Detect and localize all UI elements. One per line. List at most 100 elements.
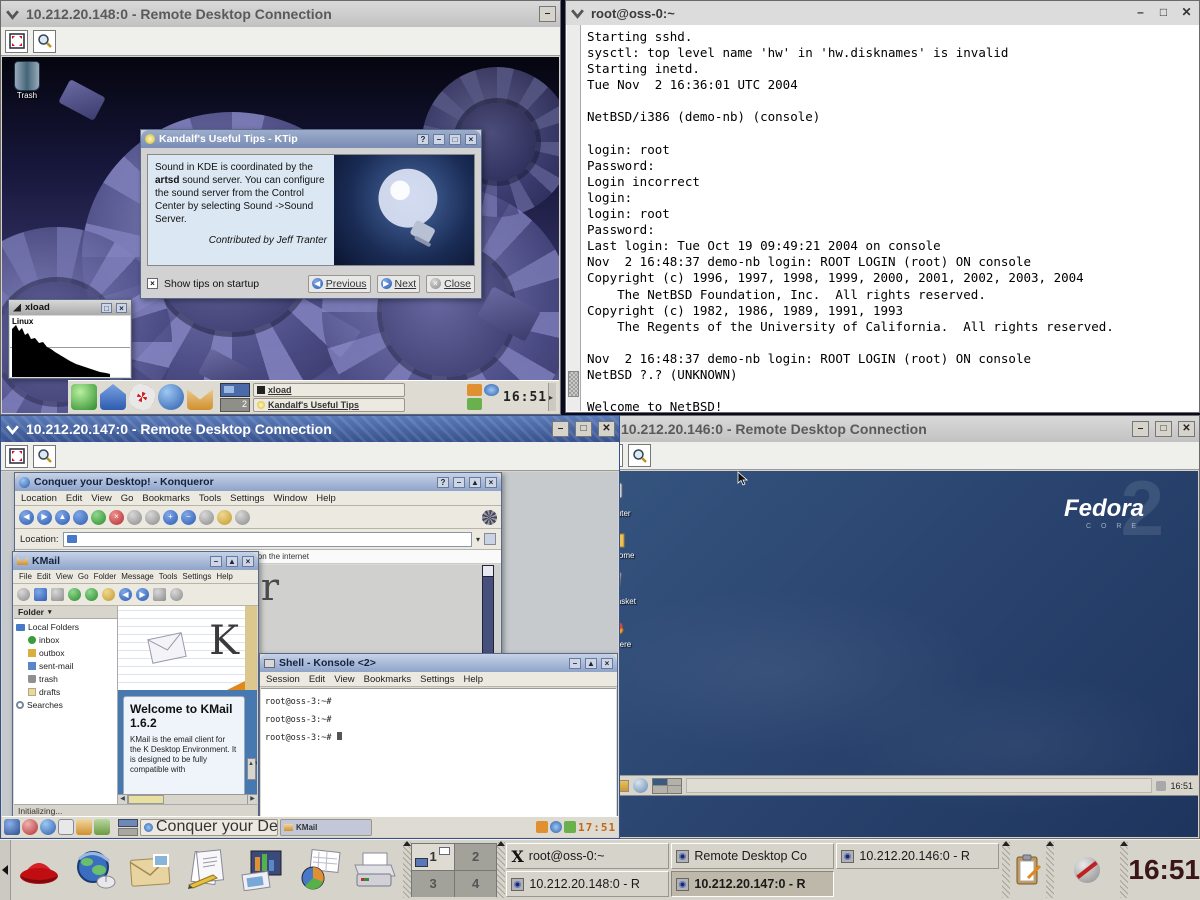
print-icon[interactable] <box>51 588 64 601</box>
menu-settings[interactable]: Settings <box>420 674 454 685</box>
task-xload[interactable]: xload <box>253 383 405 397</box>
applet-handle[interactable] <box>403 842 411 898</box>
zoom-out-icon[interactable]: − <box>181 510 196 525</box>
home-icon[interactable] <box>73 510 88 525</box>
minimize-button[interactable]: – <box>1132 5 1149 21</box>
kmail-icon[interactable] <box>187 384 213 410</box>
folder-sent[interactable]: sent-mail <box>16 661 115 671</box>
go-button[interactable] <box>484 533 496 545</box>
close-button[interactable]: × <box>116 303 127 313</box>
menu-help[interactable]: Help <box>216 572 232 581</box>
task-kmail[interactable]: KMail <box>280 819 372 836</box>
forward-icon[interactable]: ▶ <box>136 588 149 601</box>
titlebar-147[interactable]: 10.212.20.147:0 - Remote Desktop Connect… <box>1 416 619 442</box>
web-browser-launcher[interactable] <box>67 842 123 898</box>
maximize-button[interactable]: ▲ <box>226 556 238 567</box>
minimize-button[interactable]: – <box>433 134 445 145</box>
menu-settings[interactable]: Settings <box>182 572 211 581</box>
zoom-button[interactable] <box>628 444 651 467</box>
konqueror-titlebar[interactable]: Conquer your Desktop! - Konqueror ? – ▲ … <box>15 473 501 491</box>
tray-icon[interactable] <box>550 821 562 833</box>
applet-handle[interactable] <box>1120 842 1128 898</box>
folder-inbox[interactable]: inbox <box>16 635 115 645</box>
find-icon[interactable] <box>199 510 214 525</box>
taskbar-button-147-active[interactable]: 10.212.20.147:0 - R <box>671 871 834 897</box>
workspace-2[interactable] <box>668 779 682 786</box>
view-icon[interactable] <box>235 510 250 525</box>
tray-icon[interactable] <box>1156 781 1166 791</box>
panel-hide-button[interactable] <box>0 840 11 900</box>
close-button[interactable]: × <box>242 556 254 567</box>
panel-browser-icon[interactable] <box>633 778 648 793</box>
menu-message[interactable]: Message <box>121 572 153 581</box>
tray-icon[interactable] <box>467 384 482 396</box>
menu-bookmarks[interactable]: Bookmarks <box>142 493 190 504</box>
workspace-switcher[interactable]: 1 2 3 4 <box>411 843 497 897</box>
workspace-4[interactable]: 4 <box>455 871 497 897</box>
copy-icon[interactable] <box>145 510 160 525</box>
menu-file[interactable]: File <box>19 572 32 581</box>
workspace-3[interactable] <box>653 786 667 793</box>
zoom-button[interactable] <box>33 30 56 53</box>
vertical-scroll-arrows[interactable]: ▲▼ <box>247 758 256 780</box>
menu-bookmarks[interactable]: Bookmarks <box>364 674 412 685</box>
workspace-pager[interactable]: 2 <box>220 383 250 412</box>
menu-view[interactable]: View <box>334 674 354 685</box>
launcher-icon[interactable] <box>94 819 110 835</box>
konqueror-icon[interactable] <box>158 384 184 410</box>
minimize-button[interactable]: – <box>210 556 222 567</box>
check-mail-in-icon[interactable] <box>85 588 98 601</box>
network-offline-icon[interactable] <box>1074 857 1100 883</box>
applet-handle[interactable] <box>497 842 505 898</box>
help-icon[interactable] <box>129 384 155 410</box>
minimize-button[interactable]: – <box>453 477 465 488</box>
back-icon[interactable]: ◀ <box>19 510 34 525</box>
klipper-applet[interactable] <box>1010 854 1046 886</box>
print-icon[interactable] <box>127 510 142 525</box>
taskbar-button-146[interactable]: 10.212.20.146:0 - R <box>836 843 999 869</box>
folder-outbox[interactable]: outbox <box>16 648 115 658</box>
reload-icon[interactable] <box>91 510 106 525</box>
scroll-up-button[interactable] <box>483 566 493 577</box>
location-dropdown-arrow[interactable]: ▾ <box>476 535 480 544</box>
help-button[interactable]: ? <box>437 477 449 488</box>
previous-button[interactable]: ◀Previous <box>308 275 371 293</box>
tray-icon[interactable] <box>536 821 548 833</box>
folder-trash[interactable]: trash <box>16 674 115 684</box>
minimize-button[interactable]: – <box>539 6 556 22</box>
maximize-button[interactable]: ▲ <box>469 477 481 488</box>
kmenu-icon[interactable] <box>4 819 20 835</box>
panel-extend-arrow[interactable]: ▸ <box>548 383 556 411</box>
scroll-left-button[interactable]: ◀ <box>118 795 128 804</box>
folder-local[interactable]: Local Folders <box>16 622 115 632</box>
calc-launcher[interactable] <box>291 842 347 898</box>
close-button[interactable]: ×Close <box>426 275 475 293</box>
close-button[interactable]: ✕ <box>1178 421 1195 437</box>
impress-launcher[interactable] <box>235 842 291 898</box>
home-icon[interactable] <box>100 384 126 410</box>
hscroll-thumb[interactable] <box>128 795 164 804</box>
search-icon[interactable] <box>170 588 183 601</box>
applet-handle[interactable] <box>1002 842 1010 898</box>
tray-icon[interactable] <box>467 398 482 410</box>
workspace-3[interactable]: 3 <box>412 871 454 897</box>
menu-location[interactable]: Location <box>21 493 57 504</box>
menu-help[interactable]: Help <box>463 674 483 685</box>
menu-edit[interactable]: Edit <box>309 674 325 685</box>
main-menu-button[interactable] <box>11 842 67 898</box>
menu-view[interactable]: View <box>56 572 73 581</box>
launcher-icon[interactable] <box>58 819 74 835</box>
workspace-pager[interactable] <box>118 819 138 836</box>
show-tips-checkbox[interactable]: × <box>147 278 158 289</box>
email-launcher[interactable] <box>123 842 179 898</box>
titlebar-146[interactable]: 10.212.20.146:0 - Remote Desktop Connect… <box>596 416 1199 442</box>
workspace-2[interactable]: 2 <box>220 398 250 412</box>
desktop-icon-trash[interactable]: Trash <box>4 61 50 100</box>
location-input[interactable] <box>63 532 472 547</box>
menu-go[interactable]: Go <box>78 572 89 581</box>
maximize-button[interactable]: □ <box>101 303 112 313</box>
zoom-in-icon[interactable]: + <box>163 510 178 525</box>
print-launcher[interactable] <box>347 842 403 898</box>
help-button[interactable]: ? <box>417 134 429 145</box>
task-ktip[interactable]: Kandalf's Useful Tips <box>253 398 405 412</box>
